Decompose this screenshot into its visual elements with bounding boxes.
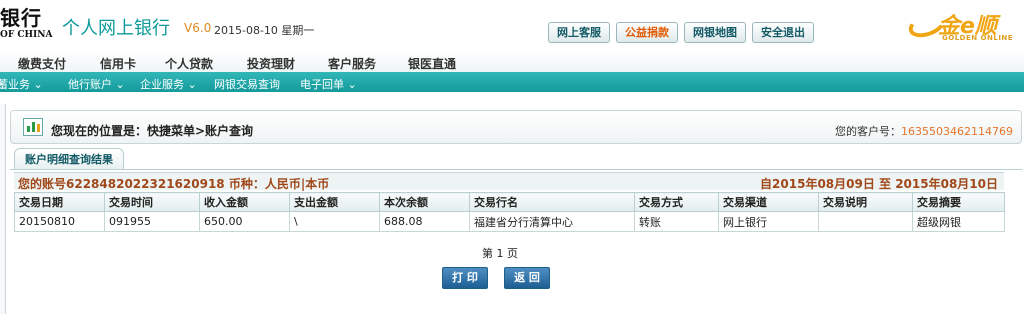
nav-item-loans[interactable]: 个人贷款 <box>165 55 213 72</box>
nav-item-medical[interactable]: 银医直通 <box>408 55 456 72</box>
cell-summary: 超级网银 <box>912 211 1005 232</box>
col-header-bank-name: 交易行名 <box>469 192 635 212</box>
customer-number-label: 您的客户号： <box>835 125 902 138</box>
sub-nav: 储蓄业务 ⌄ 他行账户 ⌄ 企业服务 ⌄ 网银交易查询 电子回单 ⌄ <box>0 72 1024 92</box>
col-header-income: 收入金额 <box>199 192 290 212</box>
tab-divider <box>10 169 1022 170</box>
table-row: 20150810 091955 650.00 \ 688.08 福建省分行清算中… <box>14 211 1005 232</box>
logout-button[interactable]: 安全退出 <box>752 22 814 43</box>
nav-item-customer-service[interactable]: 客户服务 <box>328 55 376 72</box>
col-header-expense: 支出金额 <box>289 192 380 212</box>
bar-chart-icon <box>23 118 43 136</box>
breadcrumb: 您现在的位置是：快捷菜单>账户查询 <box>51 124 254 138</box>
cell-expense: \ <box>289 211 380 232</box>
col-header-date: 交易日期 <box>14 192 105 212</box>
bank-logo-text: 银行 <box>0 6 42 30</box>
current-date: 2015-08-10 星期一 <box>214 24 315 37</box>
customer-number: 您的客户号：1635503462114769 <box>835 123 1013 139</box>
tab-statement-results[interactable]: 账户明细查询结果 <box>14 148 124 170</box>
nav-item-credit-card[interactable]: 信用卡 <box>100 55 136 72</box>
app-version: V6.0 <box>184 21 212 35</box>
account-summary: 您的账号6228482022321620918 币种：人民币|本币 <box>18 177 330 191</box>
app-title: 个人网上银行 <box>62 18 170 39</box>
back-button[interactable]: 返 回 <box>504 267 550 289</box>
col-header-summary: 交易摘要 <box>912 192 1005 212</box>
subnav-item-other-bank-accounts[interactable]: 他行账户 ⌄ <box>68 76 125 92</box>
left-panel-edge <box>0 104 6 314</box>
col-header-description: 交易说明 <box>818 192 913 212</box>
cell-description <box>818 211 913 232</box>
col-header-balance: 本次余额 <box>379 192 470 212</box>
nav-item-investment[interactable]: 投资理财 <box>247 55 295 72</box>
cell-bank-name: 福建省分行清算中心 <box>469 211 635 232</box>
col-header-channel: 交易渠道 <box>718 192 819 212</box>
col-header-method: 交易方式 <box>634 192 719 212</box>
subnav-item-transaction-query[interactable]: 网银交易查询 <box>214 76 280 92</box>
online-service-button[interactable]: 网上客服 <box>548 22 610 43</box>
location-bar: 您现在的位置是：快捷菜单>账户查询 您的客户号：1635503462114769 <box>10 110 1022 144</box>
action-buttons: 打 印 返 回 <box>442 267 550 289</box>
subnav-item-enterprise[interactable]: 企业服务 ⌄ <box>140 76 197 92</box>
date-range: 自2015年08月09日 至 2015年08月10日 <box>760 177 998 191</box>
account-summary-bar: 您的账号6228482022321620918 币种：人民币|本币 自2015年… <box>14 172 1004 191</box>
page-indicator: 第 1 页 <box>482 247 518 260</box>
golden-online-logo: 金e顺 GOLDEN ONLINE <box>905 8 1018 44</box>
subnav-item-savings[interactable]: 储蓄业务 ⌄ <box>0 76 43 92</box>
print-button[interactable]: 打 印 <box>442 267 488 289</box>
cell-date: 20150810 <box>14 211 105 232</box>
header: 银行 OF CHINA 个人网上银行 V6.0 2015-08-10 星期一 网… <box>0 0 1024 50</box>
table-header-row: 交易日期 交易时间 收入金额 支出金额 本次余额 交易行名 交易方式 交易渠道 … <box>14 192 1005 212</box>
subnav-item-e-receipt[interactable]: 电子回单 ⌄ <box>300 76 357 92</box>
transaction-table: 交易日期 交易时间 收入金额 支出金额 本次余额 交易行名 交易方式 交易渠道 … <box>14 192 1005 232</box>
cell-income: 650.00 <box>199 211 290 232</box>
cell-time: 091955 <box>104 211 200 232</box>
cell-balance: 688.08 <box>379 211 470 232</box>
cell-channel: 网上银行 <box>718 211 819 232</box>
col-header-time: 交易时间 <box>104 192 200 212</box>
cell-method: 转账 <box>634 211 719 232</box>
brand-name-en: GOLDEN ONLINE <box>942 34 1014 42</box>
donation-button[interactable]: 公益捐款 <box>616 22 678 43</box>
bank-logo-en: OF CHINA <box>0 30 53 40</box>
header-actions: 网上客服 公益捐款 网银地图 安全退出 <box>548 22 814 43</box>
branch-map-button[interactable]: 网银地图 <box>684 22 746 43</box>
nav-item-payment[interactable]: 缴费支付 <box>18 55 66 72</box>
customer-number-value: 1635503462114769 <box>901 125 1013 138</box>
main-nav: 缴费支付 信用卡 个人贷款 投资理财 客户服务 银医直通 <box>0 50 1024 72</box>
